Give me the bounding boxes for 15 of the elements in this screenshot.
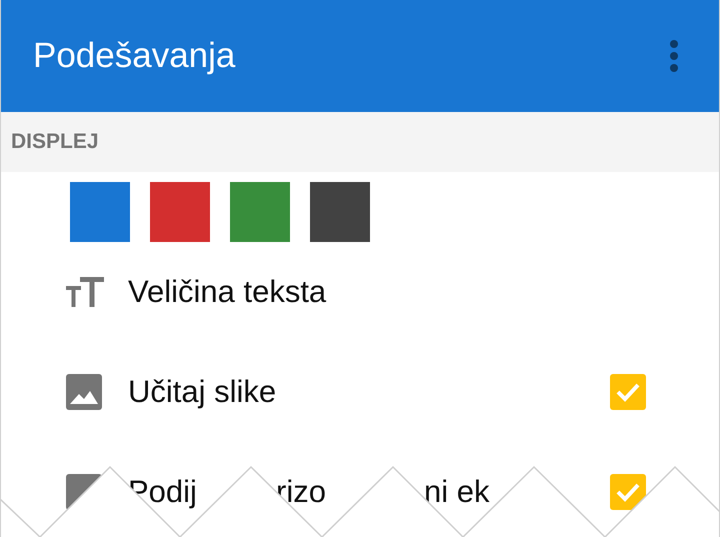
image-icon — [66, 374, 102, 410]
setting-label: Veličina teksta — [128, 274, 326, 310]
text-size-icon — [66, 277, 104, 307]
screen-title: Podešavanja — [33, 36, 236, 76]
color-swatch[interactable] — [150, 182, 210, 242]
checkmark-icon — [616, 384, 640, 402]
color-swatch[interactable] — [230, 182, 290, 242]
color-swatch[interactable] — [70, 182, 130, 242]
setting-label: Učitaj slike — [128, 374, 276, 410]
color-swatch[interactable] — [310, 182, 370, 242]
setting-label-fragment: ni ek — [424, 474, 490, 510]
section-title: DISPLEJ — [11, 130, 99, 154]
checkmark-icon — [616, 484, 640, 502]
checkbox[interactable] — [610, 474, 646, 510]
checkbox[interactable] — [610, 374, 646, 410]
